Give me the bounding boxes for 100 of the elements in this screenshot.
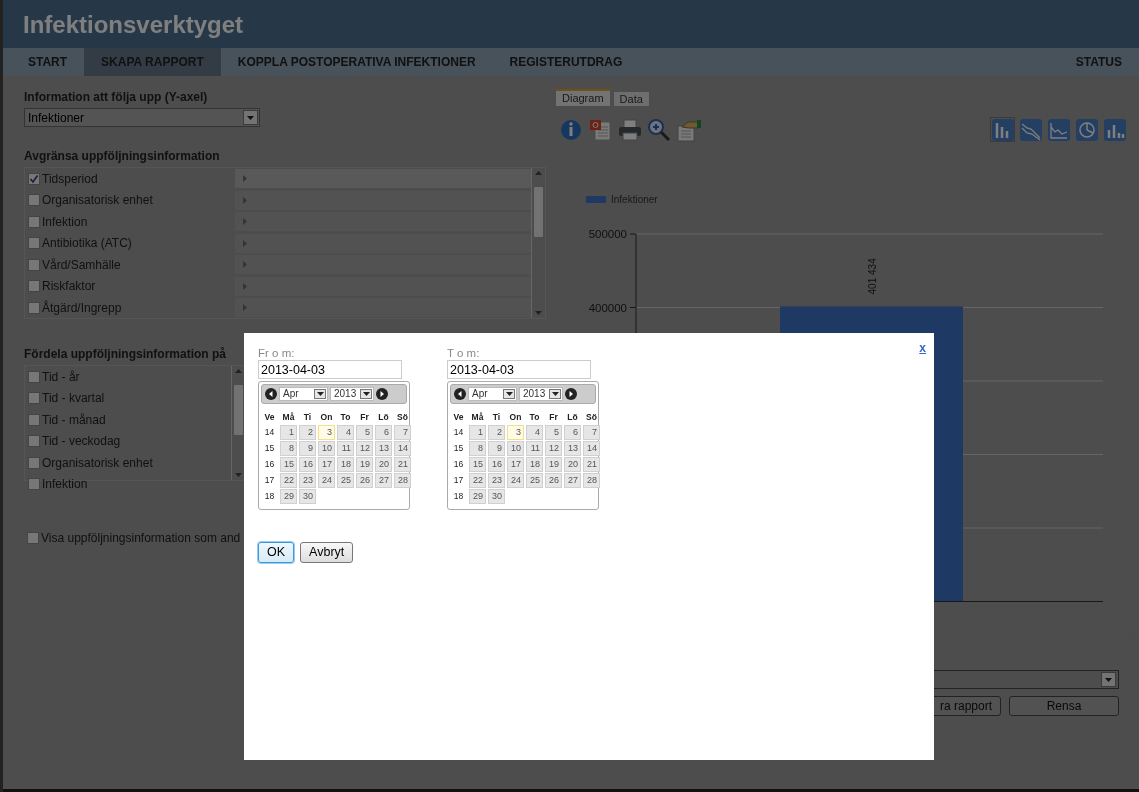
checkbox[interactable] <box>28 280 40 293</box>
day-cell[interactable]: 2 <box>488 425 505 440</box>
day-cell[interactable]: 7 <box>394 425 411 440</box>
checkbox[interactable] <box>28 215 40 228</box>
day-cell[interactable]: 23 <box>488 473 505 488</box>
day-cell[interactable]: 8 <box>280 441 297 456</box>
day-cell[interactable]: 7 <box>583 425 600 440</box>
day-cell[interactable]: 13 <box>375 441 392 456</box>
year-dropdown[interactable]: 2013 <box>519 387 563 401</box>
day-cell[interactable]: 30 <box>299 489 316 504</box>
day-cell[interactable]: 3 <box>318 425 335 440</box>
next-icon[interactable] <box>376 388 388 400</box>
expand-arrow-icon[interactable] <box>243 175 247 183</box>
day-cell[interactable]: 5 <box>356 425 373 440</box>
checkbox[interactable] <box>28 301 40 314</box>
dropdown-arrow-icon[interactable] <box>316 392 324 396</box>
scroll-down-icon[interactable] <box>235 473 242 477</box>
checkbox[interactable] <box>28 172 40 185</box>
date-field[interactable]: 2013-04-03 <box>447 360 591 379</box>
day-cell[interactable]: 28 <box>394 473 411 488</box>
date-field[interactable]: 2013-04-03 <box>258 360 402 379</box>
day-cell[interactable]: 17 <box>507 457 524 472</box>
day-cell[interactable]: 22 <box>280 473 297 488</box>
panel-tab[interactable]: Diagram <box>555 89 611 106</box>
scroll-up-icon[interactable] <box>535 171 542 175</box>
dropdown-arrow-icon[interactable] <box>505 392 513 396</box>
day-cell[interactable]: 21 <box>394 457 411 472</box>
previous-icon[interactable] <box>454 388 466 400</box>
month-dropdown[interactable]: Apr <box>279 387 328 401</box>
day-cell[interactable]: 29 <box>469 489 486 504</box>
bar-chart-button[interactable] <box>1102 117 1127 142</box>
day-cell[interactable]: 1 <box>469 425 486 440</box>
month-dropdown[interactable]: Apr <box>468 387 517 401</box>
day-cell[interactable]: 11 <box>337 441 354 456</box>
day-cell[interactable]: 11 <box>526 441 543 456</box>
checkbox[interactable] <box>28 413 40 426</box>
day-cell[interactable]: 14 <box>583 441 600 456</box>
printer-icon[interactable] <box>618 117 644 142</box>
day-cell[interactable]: 16 <box>488 457 505 472</box>
day-cell[interactable]: 29 <box>280 489 297 504</box>
panel-tab[interactable]: Data <box>612 91 650 106</box>
checkbox[interactable] <box>28 435 40 448</box>
dialog-button[interactable]: OK <box>258 542 295 563</box>
filter-row-bar[interactable] <box>235 169 531 189</box>
bar-chart-button[interactable] <box>990 117 1015 142</box>
day-cell[interactable]: 30 <box>488 489 505 504</box>
day-cell[interactable]: 18 <box>526 457 543 472</box>
day-cell[interactable]: 15 <box>469 457 486 472</box>
checkbox[interactable] <box>27 532 39 544</box>
checkbox[interactable] <box>28 478 40 491</box>
hand-document-icon[interactable] <box>676 117 702 142</box>
checkbox[interactable] <box>28 194 40 207</box>
day-cell[interactable]: 5 <box>545 425 562 440</box>
next-icon[interactable] <box>565 388 577 400</box>
checkbox[interactable] <box>28 456 40 469</box>
day-cell[interactable]: 20 <box>375 457 392 472</box>
scroll-thumb[interactable] <box>233 384 244 436</box>
day-cell[interactable]: 17 <box>318 457 335 472</box>
day-cell[interactable]: 6 <box>375 425 392 440</box>
checkbox[interactable] <box>28 370 40 383</box>
day-cell[interactable]: 27 <box>375 473 392 488</box>
day-cell[interactable]: 14 <box>394 441 411 456</box>
day-cell[interactable]: 24 <box>318 473 335 488</box>
dialog-button[interactable]: Avbryt <box>300 542 354 563</box>
day-cell[interactable]: 26 <box>545 473 562 488</box>
day-cell[interactable]: 16 <box>299 457 316 472</box>
line-chart-button[interactable] <box>1018 117 1043 142</box>
day-cell[interactable]: 19 <box>356 457 373 472</box>
day-cell[interactable]: 26 <box>356 473 373 488</box>
day-cell[interactable]: 9 <box>299 441 316 456</box>
checkbox[interactable] <box>28 392 40 405</box>
day-cell[interactable]: 3 <box>507 425 524 440</box>
scroll-down-icon[interactable] <box>535 311 542 315</box>
previous-icon[interactable] <box>265 388 277 400</box>
zoom-in-icon[interactable] <box>647 117 673 142</box>
day-cell[interactable]: 12 <box>356 441 373 456</box>
scroll-up-icon[interactable] <box>235 369 242 373</box>
day-cell[interactable]: 22 <box>469 473 486 488</box>
day-cell[interactable]: 21 <box>583 457 600 472</box>
day-cell[interactable]: 6 <box>564 425 581 440</box>
checkbox[interactable] <box>28 237 40 250</box>
day-cell[interactable]: 25 <box>337 473 354 488</box>
day-cell[interactable]: 15 <box>280 457 297 472</box>
checkbox[interactable] <box>28 258 40 271</box>
day-cell[interactable]: 25 <box>526 473 543 488</box>
dropdown-arrow-icon[interactable] <box>551 392 559 396</box>
close-link[interactable]: x <box>919 339 926 357</box>
scrollbar[interactable] <box>531 168 545 318</box>
day-cell[interactable]: 28 <box>583 473 600 488</box>
day-cell[interactable]: 9 <box>488 441 505 456</box>
day-cell[interactable]: 10 <box>507 441 524 456</box>
scroll-thumb[interactable] <box>533 186 544 238</box>
dropdown-arrow-icon[interactable] <box>362 392 370 396</box>
day-cell[interactable]: 8 <box>469 441 486 456</box>
day-cell[interactable]: 19 <box>545 457 562 472</box>
day-cell[interactable]: 2 <box>299 425 316 440</box>
day-cell[interactable]: 27 <box>564 473 581 488</box>
year-dropdown[interactable]: 2013 <box>330 387 374 401</box>
day-cell[interactable]: 23 <box>299 473 316 488</box>
day-cell[interactable]: 13 <box>564 441 581 456</box>
